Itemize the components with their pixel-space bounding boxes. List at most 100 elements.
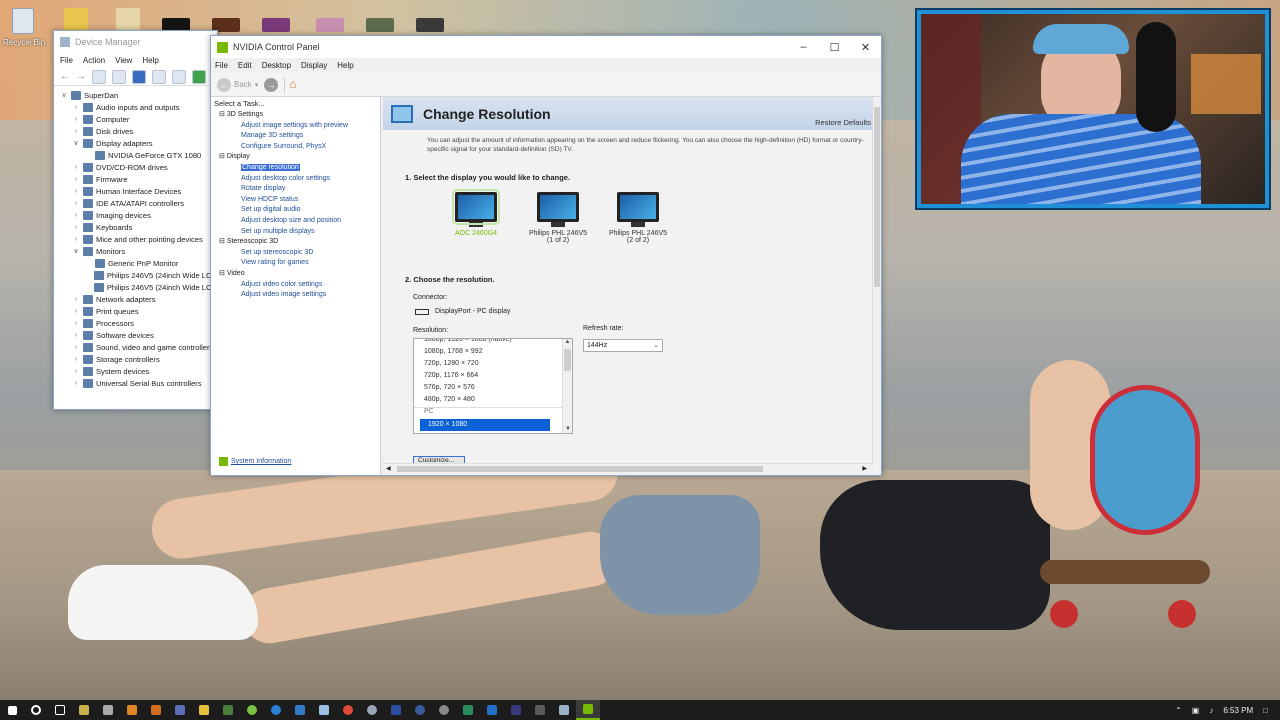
task-link[interactable]: Configure Surround, PhysX xyxy=(219,142,380,153)
tree-expander-icon[interactable]: › xyxy=(72,296,80,303)
collapse-icon[interactable]: ⊟ xyxy=(219,111,227,118)
tree-item[interactable]: › System devices xyxy=(60,365,217,377)
device-manager-window[interactable]: Device Manager File Action View Help ← →… xyxy=(53,30,218,410)
steam-icon[interactable] xyxy=(360,700,384,720)
collapse-icon[interactable]: ⊟ xyxy=(219,238,227,245)
collapse-icon[interactable]: ⊟ xyxy=(219,153,227,160)
nvidia-titlebar[interactable]: NVIDIA Control Panel – ☐ ✕ xyxy=(211,36,881,58)
start-windows-icon[interactable] xyxy=(0,700,24,720)
tree-item[interactable]: › Human Interface Devices xyxy=(60,185,217,197)
task-link[interactable]: View HDCP status xyxy=(219,195,380,206)
device-manager-titlebar[interactable]: Device Manager xyxy=(54,31,217,53)
device-manager-taskbar-icon[interactable] xyxy=(552,700,576,720)
tree-item[interactable]: NVIDIA GeForce GTX 1080 xyxy=(60,149,217,161)
app-icon[interactable] xyxy=(144,700,168,720)
close-icon[interactable]: ✕ xyxy=(850,41,881,54)
tree-item[interactable]: › Print queues xyxy=(60,305,217,317)
folder-icon[interactable] xyxy=(64,8,88,32)
update-driver-icon[interactable] xyxy=(192,69,206,84)
chrome-icon[interactable] xyxy=(336,700,360,720)
horizontal-scroll-thumb[interactable] xyxy=(397,466,763,472)
tree-expander-icon[interactable]: › xyxy=(72,188,80,195)
menu-desktop[interactable]: Desktop xyxy=(262,61,291,70)
app-icon[interactable] xyxy=(240,700,264,720)
display-option[interactable]: Philips PHL 246V5 (2 of 2) xyxy=(603,192,673,244)
task-link[interactable]: Adjust desktop color settings xyxy=(219,174,380,185)
edge-icon[interactable] xyxy=(264,700,288,720)
menu-file[interactable]: File xyxy=(215,61,228,70)
task-view-icon[interactable] xyxy=(48,700,72,720)
app-icon[interactable] xyxy=(480,700,504,720)
menu-display[interactable]: Display xyxy=(301,61,327,70)
task-link[interactable]: Set up multiple displays xyxy=(219,227,380,238)
task-category[interactable]: ⊟ 3D Settings xyxy=(219,110,380,121)
task-link[interactable]: Change resolution xyxy=(219,163,380,174)
menu-file[interactable]: File xyxy=(60,56,73,65)
tree-item[interactable]: › Software devices xyxy=(60,329,217,341)
tree-item[interactable]: › Network adapters xyxy=(60,293,217,305)
volume-icon[interactable]: ♪ xyxy=(1209,706,1213,715)
tree-item[interactable]: Generic PnP Monitor xyxy=(60,257,217,269)
video-thumbnail-icon[interactable] xyxy=(262,18,290,32)
app-icon[interactable] xyxy=(432,700,456,720)
scan-icon[interactable] xyxy=(172,69,186,84)
video-thumbnail-icon[interactable] xyxy=(366,18,394,32)
task-link[interactable]: Adjust desktop size and position xyxy=(219,216,380,227)
tray-chevron-icon[interactable]: ⌃ xyxy=(1175,706,1182,715)
tree-item[interactable]: › Audio inputs and outputs xyxy=(60,101,217,113)
menu-edit[interactable]: Edit xyxy=(238,61,252,70)
menu-action[interactable]: Action xyxy=(83,56,105,65)
properties-icon[interactable] xyxy=(92,69,106,84)
tree-expander-icon[interactable]: › xyxy=(72,356,80,363)
clock[interactable]: 6:53 PM xyxy=(1223,706,1253,715)
network-icon[interactable]: ▣ xyxy=(1192,706,1200,715)
help-icon[interactable] xyxy=(132,69,146,84)
tree-expander-icon[interactable]: › xyxy=(72,116,80,123)
task-link[interactable]: Set up stereoscopic 3D xyxy=(219,248,380,259)
tree-item[interactable]: Philips 246V5 (24inch Wide LCD xyxy=(60,281,217,293)
task-link[interactable]: View rating for games xyxy=(219,258,380,269)
tree-expander-icon[interactable]: ∨ xyxy=(72,139,80,147)
chevron-down-icon[interactable]: ▾ xyxy=(255,81,259,89)
tree-item[interactable]: › IDE ATA/ATAPI controllers xyxy=(60,197,217,209)
tree-expander-icon[interactable]: › xyxy=(72,380,80,387)
tree-item[interactable]: › Keyboards xyxy=(60,221,217,233)
tree-expander-icon[interactable]: › xyxy=(72,176,80,183)
tree-expander-icon[interactable]: › xyxy=(72,368,80,375)
tree-expander-icon[interactable]: › xyxy=(72,200,80,207)
resolution-option[interactable]: 576p, 720 × 576 xyxy=(414,381,572,393)
resolution-option[interactable]: 1080p, 1768 × 992 xyxy=(414,345,572,357)
resolution-option[interactable]: 1080p, 1920 × 1080 (native) xyxy=(414,339,572,345)
tree-expander-icon[interactable]: › xyxy=(72,308,80,315)
app-icon[interactable] xyxy=(120,700,144,720)
scroll-right-icon[interactable]: ▶ xyxy=(862,465,867,472)
tree-item[interactable]: Philips 246V5 (24inch Wide LCD xyxy=(60,269,217,281)
tree-item[interactable]: › Storage controllers xyxy=(60,353,217,365)
task-link[interactable]: Manage 3D settings xyxy=(219,131,380,142)
tree-expander-icon[interactable]: › xyxy=(72,212,80,219)
app-icon[interactable] xyxy=(528,700,552,720)
task-link[interactable]: Set up digital audio xyxy=(219,205,380,216)
scroll-up-icon[interactable]: ▲ xyxy=(563,339,572,345)
app-icon[interactable] xyxy=(168,700,192,720)
tree-expander-icon[interactable]: › xyxy=(72,224,80,231)
selected-resolution[interactable]: 1920 × 1080 xyxy=(420,419,550,431)
back-arrow-icon[interactable]: ← xyxy=(60,71,70,82)
home-icon[interactable]: ⌂ xyxy=(284,76,300,93)
tree-expander-icon[interactable]: ∨ xyxy=(72,247,80,255)
app-icon[interactable] xyxy=(72,700,96,720)
task-link[interactable]: Adjust video image settings xyxy=(219,290,380,301)
cortana-icon[interactable] xyxy=(24,700,48,720)
task-category[interactable]: ⊟ Stereoscopic 3D xyxy=(219,237,380,248)
tree-item[interactable]: › Imaging devices xyxy=(60,209,217,221)
vertical-scroll-thumb[interactable] xyxy=(874,107,880,287)
resolution-scrollbar[interactable]: ▲ ▼ xyxy=(562,339,572,433)
app-icon[interactable] xyxy=(456,700,480,720)
maximize-icon[interactable]: ☐ xyxy=(819,41,850,54)
refresh-rate-select[interactable]: 144Hz ⌄ xyxy=(583,339,663,352)
tree-item[interactable]: › Firmware xyxy=(60,173,217,185)
task-link[interactable]: Adjust image settings with preview xyxy=(219,121,380,132)
resolution-option[interactable]: 480p, 720 × 480 xyxy=(414,393,572,405)
menu-view[interactable]: View xyxy=(115,56,132,65)
menu-help[interactable]: Help xyxy=(337,61,353,70)
